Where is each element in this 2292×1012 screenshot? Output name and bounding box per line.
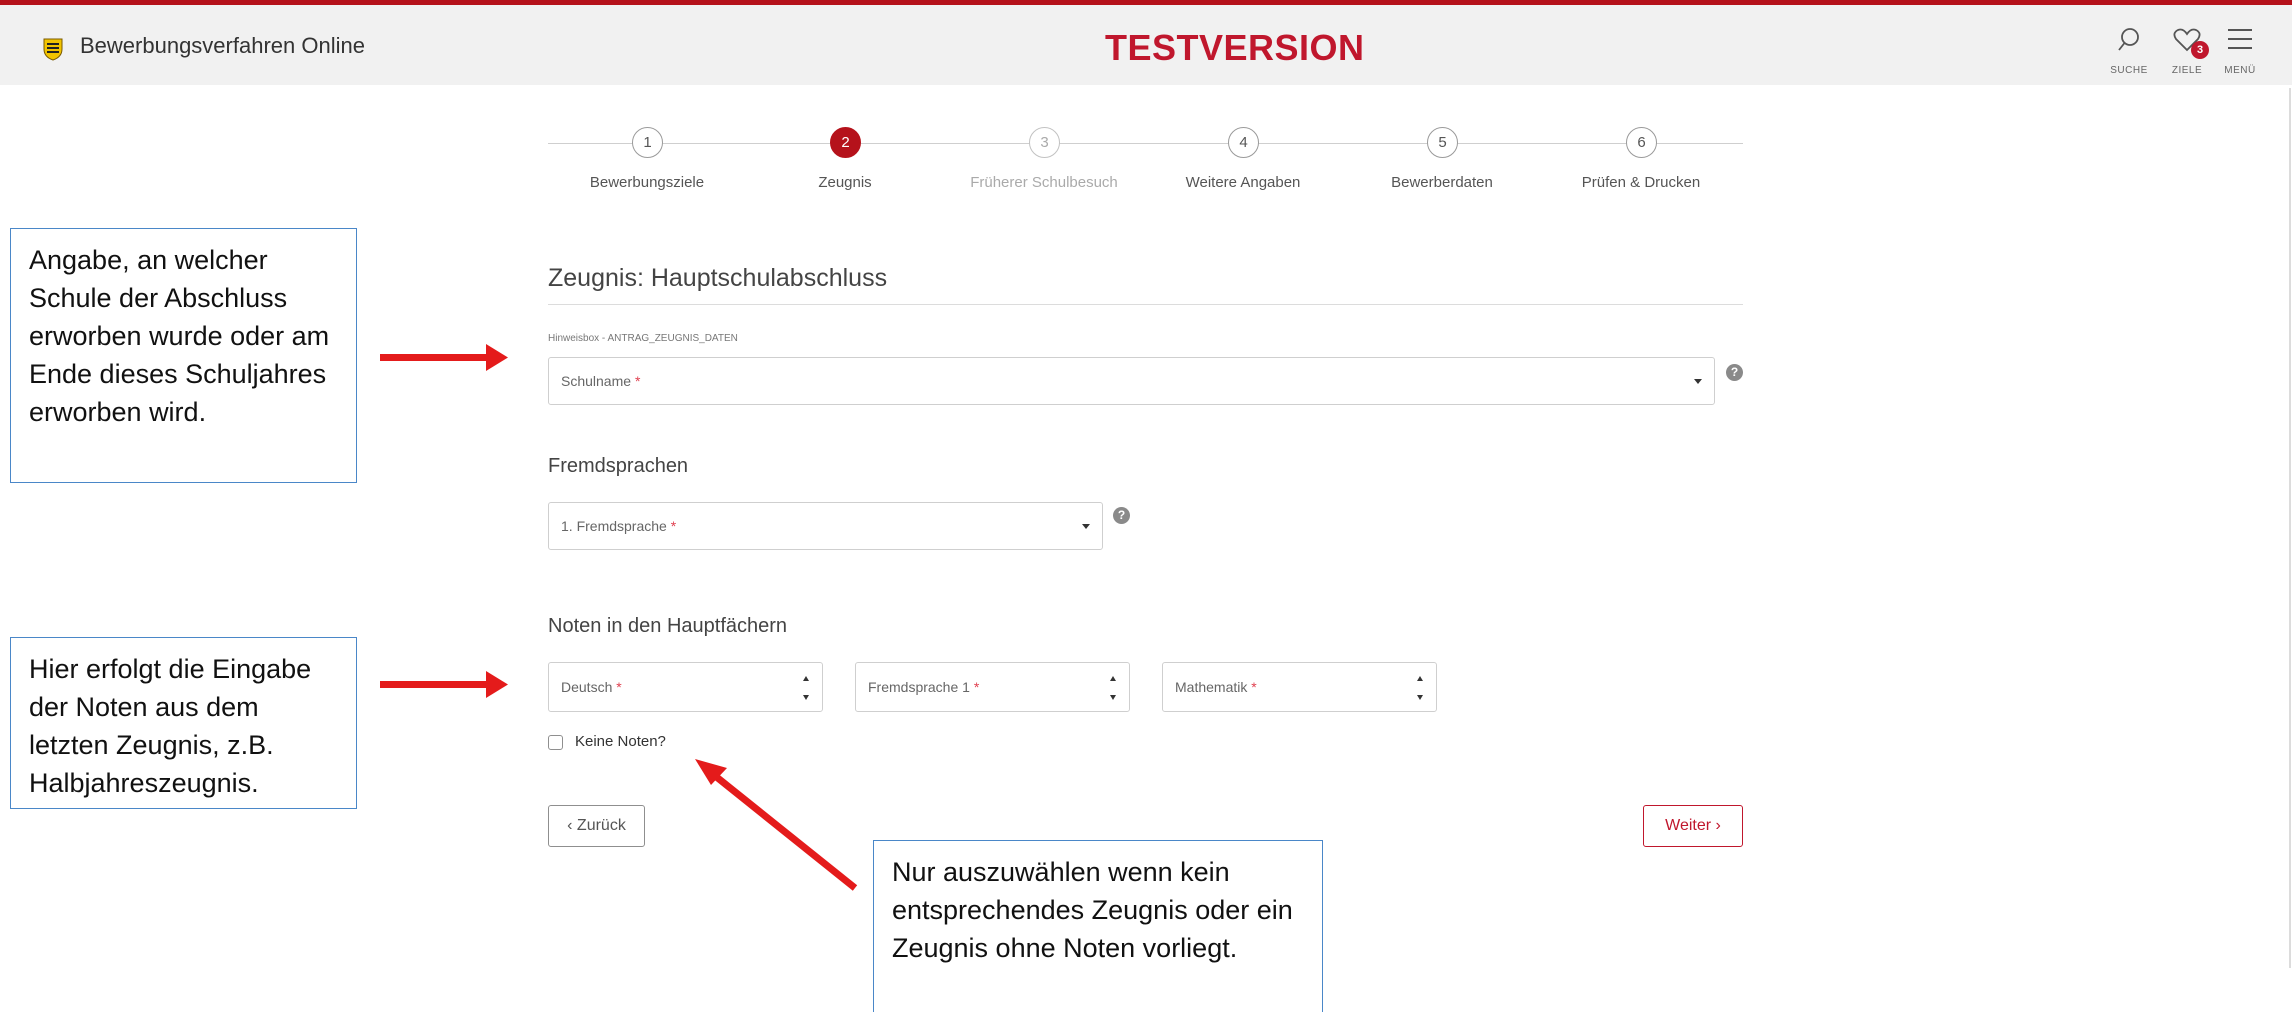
arrow-to-no-grades-checkbox [695, 759, 858, 891]
arrow-to-school-field [380, 344, 508, 371]
arrow-to-grade-fields [380, 671, 508, 698]
annotation-arrows [380, 344, 858, 891]
